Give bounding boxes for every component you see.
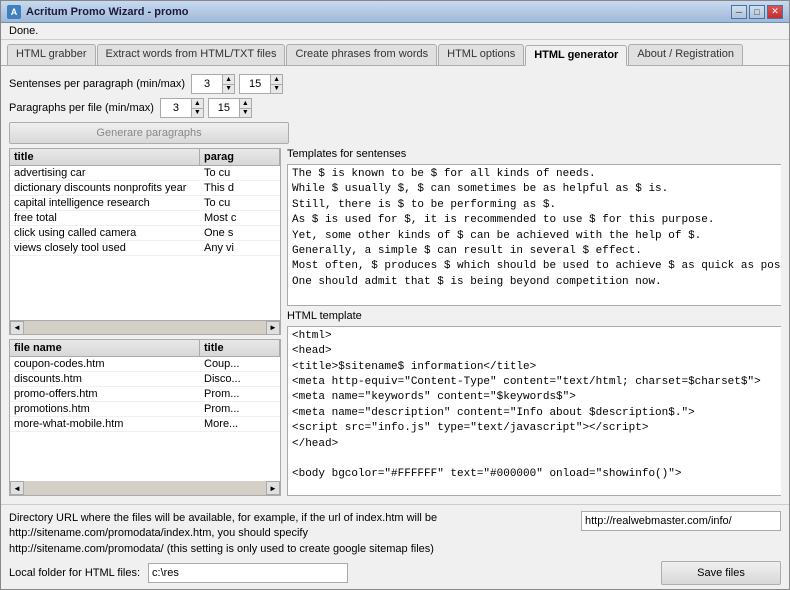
html-template-box: <html> <head> <title>$sitename$ informat… (287, 326, 781, 496)
templates-box: The $ is known to be $ for all kinds of … (287, 164, 781, 306)
sentences-spinner-group: ▲ ▼ ▲ ▼ (191, 74, 283, 94)
save-files-button[interactable]: Save files (661, 561, 781, 585)
templates-title: Templates for sentenses (287, 148, 781, 160)
main-content: Sentenses per paragraph (min/max) ▲ ▼ ▲ … (1, 66, 789, 504)
topics-col2-header: parag (200, 149, 280, 165)
local-folder-input[interactable] (148, 563, 348, 583)
main-window: A Acritum Promo Wizard - promo ─ □ ✕ Don… (0, 0, 790, 590)
right-panel: Templates for sentenses The $ is known t… (287, 148, 781, 496)
maximize-button[interactable]: □ (749, 5, 765, 19)
files-hscrollbar[interactable]: ◄ ► (10, 481, 280, 495)
para-max-up[interactable]: ▲ (240, 99, 251, 109)
files-scroll-left[interactable]: ◄ (10, 481, 24, 495)
close-button[interactable]: ✕ (767, 5, 783, 19)
para-max-down[interactable]: ▼ (240, 109, 251, 118)
topics-table-body[interactable]: advertising carTo cu dictionary discount… (10, 166, 280, 320)
para-max-arrows: ▲ ▼ (239, 99, 251, 117)
list-item[interactable]: promo-offers.htmProm... (10, 387, 280, 402)
files-table-body[interactable]: coupon-codes.htmCoup... discounts.htmDis… (10, 357, 280, 480)
list-item[interactable]: discounts.htmDisco... (10, 372, 280, 387)
para-min-down[interactable]: ▼ (192, 109, 203, 118)
status-bar: Done. (1, 23, 789, 40)
sentences-min-arrows: ▲ ▼ (222, 75, 234, 93)
sentences-max-input[interactable] (240, 75, 270, 93)
directory-url-input[interactable] (581, 511, 781, 531)
para-max-spinner[interactable]: ▲ ▼ (208, 98, 252, 118)
tab-about-registration[interactable]: About / Registration (628, 44, 743, 65)
list-item[interactable]: click using called cameraOne s (10, 226, 280, 241)
topics-hscrollbar[interactable]: ◄ ► (10, 320, 280, 334)
app-icon: A (7, 5, 21, 19)
list-item[interactable]: dictionary discounts nonprofits yearThis… (10, 181, 280, 196)
sentences-max-up[interactable]: ▲ (271, 75, 282, 85)
para-min-arrows: ▲ ▼ (191, 99, 203, 117)
para-min-up[interactable]: ▲ (192, 99, 203, 109)
generate-button[interactable]: Generare paragraphs (9, 122, 289, 144)
list-item[interactable]: free totalMost c (10, 211, 280, 226)
bottom-area: Directory URL where the files will be av… (1, 504, 789, 589)
tab-extract-words[interactable]: Extract words from HTML/TXT files (97, 44, 286, 65)
bottom-folder-row: Local folder for HTML files: Save files (9, 561, 781, 585)
list-item[interactable]: advertising carTo cu (10, 166, 280, 181)
files-col1-header: file name (10, 340, 200, 356)
files-table-header: file name title (10, 340, 280, 357)
tab-html-grabber[interactable]: HTML grabber (7, 44, 96, 65)
sentences-min-down[interactable]: ▼ (223, 85, 234, 94)
sentences-label: Sentenses per paragraph (min/max) (9, 78, 185, 90)
templates-content[interactable]: The $ is known to be $ for all kinds of … (288, 165, 781, 305)
title-bar-buttons: ─ □ ✕ (731, 5, 783, 19)
title-bar-text: Acritum Promo Wizard - promo (26, 6, 731, 18)
topics-col1-header: title (10, 149, 200, 165)
list-item[interactable]: coupon-codes.htmCoup... (10, 357, 280, 372)
tab-html-generator[interactable]: HTML generator (525, 45, 627, 66)
paragraphs-spinner-group: ▲ ▼ ▲ ▼ (160, 98, 252, 118)
bottom-description: Directory URL where the files will be av… (9, 511, 573, 557)
topics-scroll-right[interactable]: ► (266, 321, 280, 335)
main-area: title parag advertising carTo cu diction… (9, 148, 781, 496)
minimize-button[interactable]: ─ (731, 5, 747, 19)
sentences-min-input[interactable] (192, 75, 222, 93)
sentences-max-spinner[interactable]: ▲ ▼ (239, 74, 283, 94)
left-panel: title parag advertising carTo cu diction… (9, 148, 281, 496)
topics-table-container: title parag advertising carTo cu diction… (9, 148, 281, 335)
para-min-spinner[interactable]: ▲ ▼ (160, 98, 204, 118)
topics-table-header: title parag (10, 149, 280, 166)
para-max-input[interactable] (209, 99, 239, 117)
sentences-min-spinner[interactable]: ▲ ▼ (191, 74, 235, 94)
list-item[interactable]: promotions.htmProm... (10, 402, 280, 417)
bottom-desc-row: Directory URL where the files will be av… (9, 511, 781, 557)
list-item[interactable]: more-what-mobile.htmMore... (10, 417, 280, 432)
topics-scroll-left[interactable]: ◄ (10, 321, 24, 335)
html-template-content[interactable]: <html> <head> <title>$sitename$ informat… (288, 327, 781, 495)
sentences-max-down[interactable]: ▼ (271, 85, 282, 94)
files-col2-header: title (200, 340, 280, 356)
sentences-max-arrows: ▲ ▼ (270, 75, 282, 93)
sentences-row: Sentenses per paragraph (min/max) ▲ ▼ ▲ … (9, 74, 781, 94)
para-min-input[interactable] (161, 99, 191, 117)
files-table-container: file name title coupon-codes.htmCoup... … (9, 339, 281, 495)
paragraphs-label: Paragraphs per file (min/max) (9, 102, 154, 114)
files-scroll-track[interactable] (24, 481, 266, 495)
local-folder-label: Local folder for HTML files: (9, 567, 140, 579)
topics-scroll-track[interactable] (24, 321, 266, 335)
generate-row: Generare paragraphs (9, 122, 781, 144)
sentences-min-up[interactable]: ▲ (223, 75, 234, 85)
tab-create-phrases[interactable]: Create phrases from words (286, 44, 437, 65)
list-item[interactable]: capital intelligence researchTo cu (10, 196, 280, 211)
paragraphs-row: Paragraphs per file (min/max) ▲ ▼ ▲ ▼ (9, 98, 781, 118)
list-item[interactable]: views closely tool usedAny vi (10, 241, 280, 256)
html-template-title: HTML template (287, 310, 781, 322)
tab-html-options[interactable]: HTML options (438, 44, 524, 65)
tabs-bar: HTML grabber Extract words from HTML/TXT… (1, 40, 789, 66)
files-scroll-right[interactable]: ► (266, 481, 280, 495)
title-bar: A Acritum Promo Wizard - promo ─ □ ✕ (1, 1, 789, 23)
